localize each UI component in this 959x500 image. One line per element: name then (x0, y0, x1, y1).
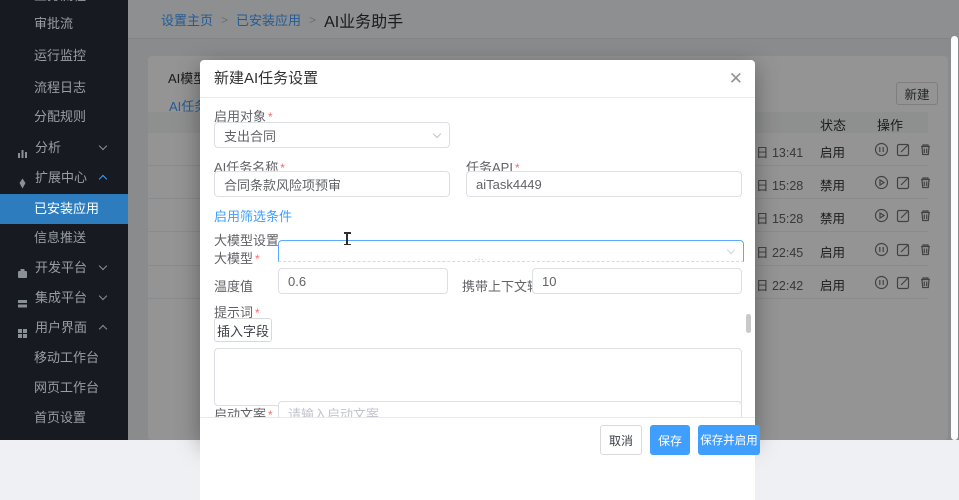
sidebar-group-label: 分析 (35, 136, 61, 160)
model-label: 大模型* (214, 248, 260, 267)
sidebar-item-mobile-workbench[interactable]: 移动工作台 (0, 346, 128, 370)
save-and-enable-button[interactable]: 保存并启用 (698, 425, 760, 455)
model-select-clipped-text: … (474, 252, 486, 263)
save-button[interactable]: 保存 (650, 425, 690, 455)
enable-target-value: 支出合同 (224, 126, 276, 145)
task-name-input[interactable] (214, 171, 450, 197)
sidebar-item-homepage-settings[interactable]: 首页设置 (0, 406, 128, 430)
insert-field-button[interactable]: 插入字段 (214, 318, 272, 342)
sidebar-group-label: 扩展中心 (35, 166, 87, 190)
chevron-down-icon (99, 142, 107, 150)
sidebar-group-analysis[interactable]: 分析 (0, 136, 128, 160)
sidebar-item-info-push[interactable]: 信息推送 (0, 226, 128, 250)
toolbox-icon (17, 263, 28, 274)
text-cursor-icon (346, 233, 348, 244)
enable-target-select[interactable]: 支出合同 (214, 122, 450, 148)
temperature-label: 温度值 (214, 276, 253, 295)
temperature-input[interactable] (278, 268, 448, 294)
rocket-icon (17, 173, 28, 184)
context-rounds-input[interactable] (532, 268, 742, 294)
chevron-up-icon (99, 325, 107, 333)
task-api-input[interactable] (466, 171, 742, 197)
sidebar-group-dev-platform[interactable]: 开发平台 (0, 256, 128, 280)
enable-filter-link[interactable]: 启用筛选条件 (214, 206, 292, 225)
chevron-down-icon (433, 130, 441, 138)
sidebar-item-allocation-rules[interactable]: 分配规则 (0, 105, 128, 129)
close-icon[interactable]: ✕ (729, 69, 743, 89)
sidebar-item-approval-flow[interactable]: 审批流 (0, 12, 128, 36)
sidebar-item-process-log[interactable]: 流程日志 (0, 76, 128, 100)
dialog-title: 新建AI任务设置 (214, 60, 318, 98)
grid-icon (17, 323, 28, 334)
required-mark: * (255, 252, 260, 266)
chevron-up-icon (99, 175, 107, 183)
page-scrollbar-thumb[interactable] (951, 36, 958, 440)
sidebar: 业务流程 审批流 运行监控 流程日志 分配规则 分析 扩展中心 已安装应用 信息… (0, 0, 128, 440)
sidebar-group-extension-center[interactable]: 扩展中心 (0, 166, 128, 190)
sidebar-group-label: 集成平台 (35, 286, 87, 310)
sidebar-item-installed-apps[interactable]: 已安装应用 (0, 194, 128, 224)
bar-chart-icon (17, 143, 28, 154)
sidebar-item-run-monitor[interactable]: 运行监控 (0, 44, 128, 68)
sidebar-group-label: 用户界面 (35, 316, 87, 340)
prompt-textarea[interactable] (214, 348, 742, 406)
dialog-footer: 取消 保存 保存并启用 (200, 417, 755, 500)
sidebar-item-clipped[interactable]: 业务流程 (0, 0, 128, 8)
dialog-header: 新建AI任务设置 ✕ (200, 60, 755, 98)
dialog-scrollbar-thumb[interactable] (746, 314, 751, 333)
chevron-down-icon (99, 292, 107, 300)
new-ai-task-dialog: 新建AI任务设置 ✕ 启用对象* 支出合同 AI任务名称* 任务API* 启用筛… (200, 60, 755, 440)
sidebar-item-web-workbench[interactable]: 网页工作台 (0, 376, 128, 400)
sidebar-group-label: 开发平台 (35, 256, 87, 280)
layers-icon (17, 293, 28, 304)
cancel-button[interactable]: 取消 (600, 425, 642, 455)
field-label-text: 大模型 (214, 251, 253, 266)
chevron-down-icon (727, 246, 735, 254)
sidebar-group-integration-platform[interactable]: 集成平台 (0, 286, 128, 310)
model-section-label: 大模型设置 (214, 230, 279, 249)
sidebar-group-user-interface[interactable]: 用户界面 (0, 316, 128, 340)
chevron-down-icon (99, 262, 107, 270)
